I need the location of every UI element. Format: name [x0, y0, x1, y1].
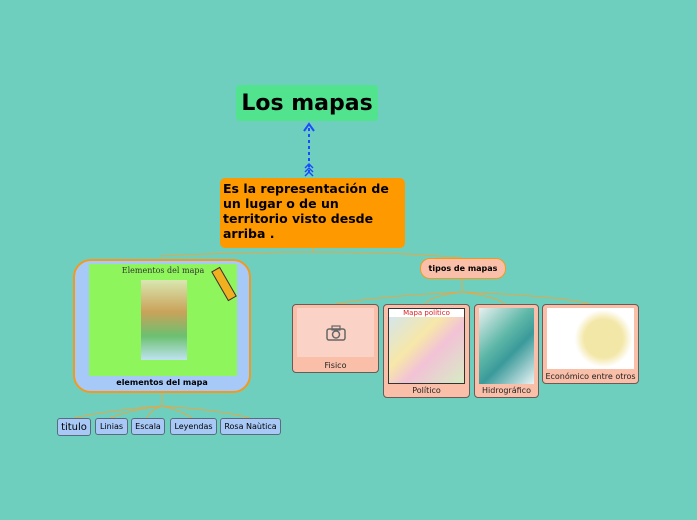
hydrographic-map-image — [479, 308, 534, 384]
type-fisico[interactable]: Fisico — [292, 304, 379, 373]
image-placeholder — [297, 308, 374, 357]
child-rosa-nautica[interactable]: Rosa Naùtica — [220, 418, 281, 435]
image-heading: Mapa político — [389, 309, 464, 317]
type-hidrografico[interactable]: Hidrográfico — [474, 304, 539, 398]
child-leyendas[interactable]: Leyendas — [170, 418, 217, 435]
root-topic[interactable]: Los mapas — [236, 85, 378, 121]
type-label: Hidrográfico — [482, 386, 531, 395]
political-map-image: Mapa político — [388, 308, 465, 384]
definition-topic[interactable]: Es la representación de un lugar o de un… — [220, 178, 405, 248]
child-linias[interactable]: Linias — [95, 418, 128, 435]
economic-map-image — [547, 308, 634, 369]
type-label: Fisico — [324, 361, 347, 370]
map-picture — [141, 280, 187, 360]
child-titulo[interactable]: titulo — [57, 418, 91, 436]
type-label: Económico entre otros — [545, 372, 636, 381]
type-economico[interactable]: Económico entre otros — [542, 304, 639, 384]
type-label: Político — [412, 386, 441, 395]
type-politico[interactable]: Mapa político Político — [383, 304, 470, 398]
elements-map-image: Elementos del mapa — [89, 264, 237, 376]
elements-topic[interactable]: Elementos del mapa elementos del mapa — [73, 259, 251, 393]
types-topic[interactable]: tipos de mapas — [420, 258, 506, 279]
child-escala[interactable]: Escala — [131, 418, 165, 435]
camera-icon — [325, 324, 346, 341]
elements-label: elementos del mapa — [116, 378, 208, 387]
